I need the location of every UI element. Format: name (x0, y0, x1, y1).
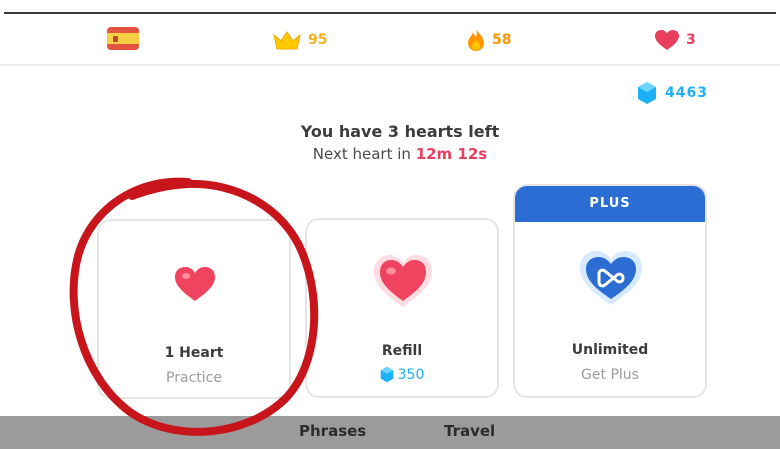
spain-flag-icon[interactable] (107, 27, 139, 50)
flame-icon (468, 29, 484, 51)
card-title: Unlimited (571, 342, 649, 358)
tab-phrases[interactable]: Phrases (299, 422, 366, 440)
bottom-tab-bar: Phrases Travel (0, 416, 780, 449)
refill-price: 350 (307, 366, 497, 383)
gems-count: 4463 (665, 85, 708, 101)
gem-icon (380, 366, 393, 383)
card-subtitle: Get Plus (581, 367, 639, 383)
hearts-count: 3 (686, 32, 696, 48)
hearts-stat[interactable]: 3 (654, 26, 696, 54)
card-title: 1 Heart (164, 345, 224, 361)
unlimited-hearts-card[interactable]: PLUS Unlimited Get Plus (513, 184, 707, 398)
plus-badge: PLUS (515, 186, 705, 222)
card-title: Refill (381, 343, 423, 359)
crowns-count: 95 (308, 32, 328, 48)
refill-price-value: 350 (397, 366, 425, 383)
heart-icon (175, 267, 215, 301)
streak-stat[interactable]: 58 (466, 26, 511, 54)
crowns-stat[interactable]: 95 (272, 26, 327, 54)
heart-icon (374, 255, 432, 307)
next-heart-prefix: Next heart in (312, 145, 411, 163)
next-heart-timer: 12m 12s (415, 145, 488, 163)
card-subtitle: Practice (166, 370, 222, 386)
next-heart-text: Next heart in 12m 12s (0, 145, 780, 163)
stats-bar: 95 58 3 (0, 14, 780, 66)
crown-icon (273, 31, 301, 50)
gem-icon (638, 82, 656, 104)
streak-count: 58 (492, 32, 512, 48)
practice-heart-card[interactable]: 1 Heart Practice (97, 219, 291, 399)
heart-icon (655, 30, 679, 50)
tab-travel[interactable]: Travel (444, 422, 495, 440)
refill-hearts-card[interactable]: Refill 350 (305, 218, 499, 398)
infinity-heart-icon (580, 251, 642, 305)
gems-balance: 4463 (637, 81, 708, 105)
hearts-left-title: You have 3 hearts left (300, 122, 500, 141)
